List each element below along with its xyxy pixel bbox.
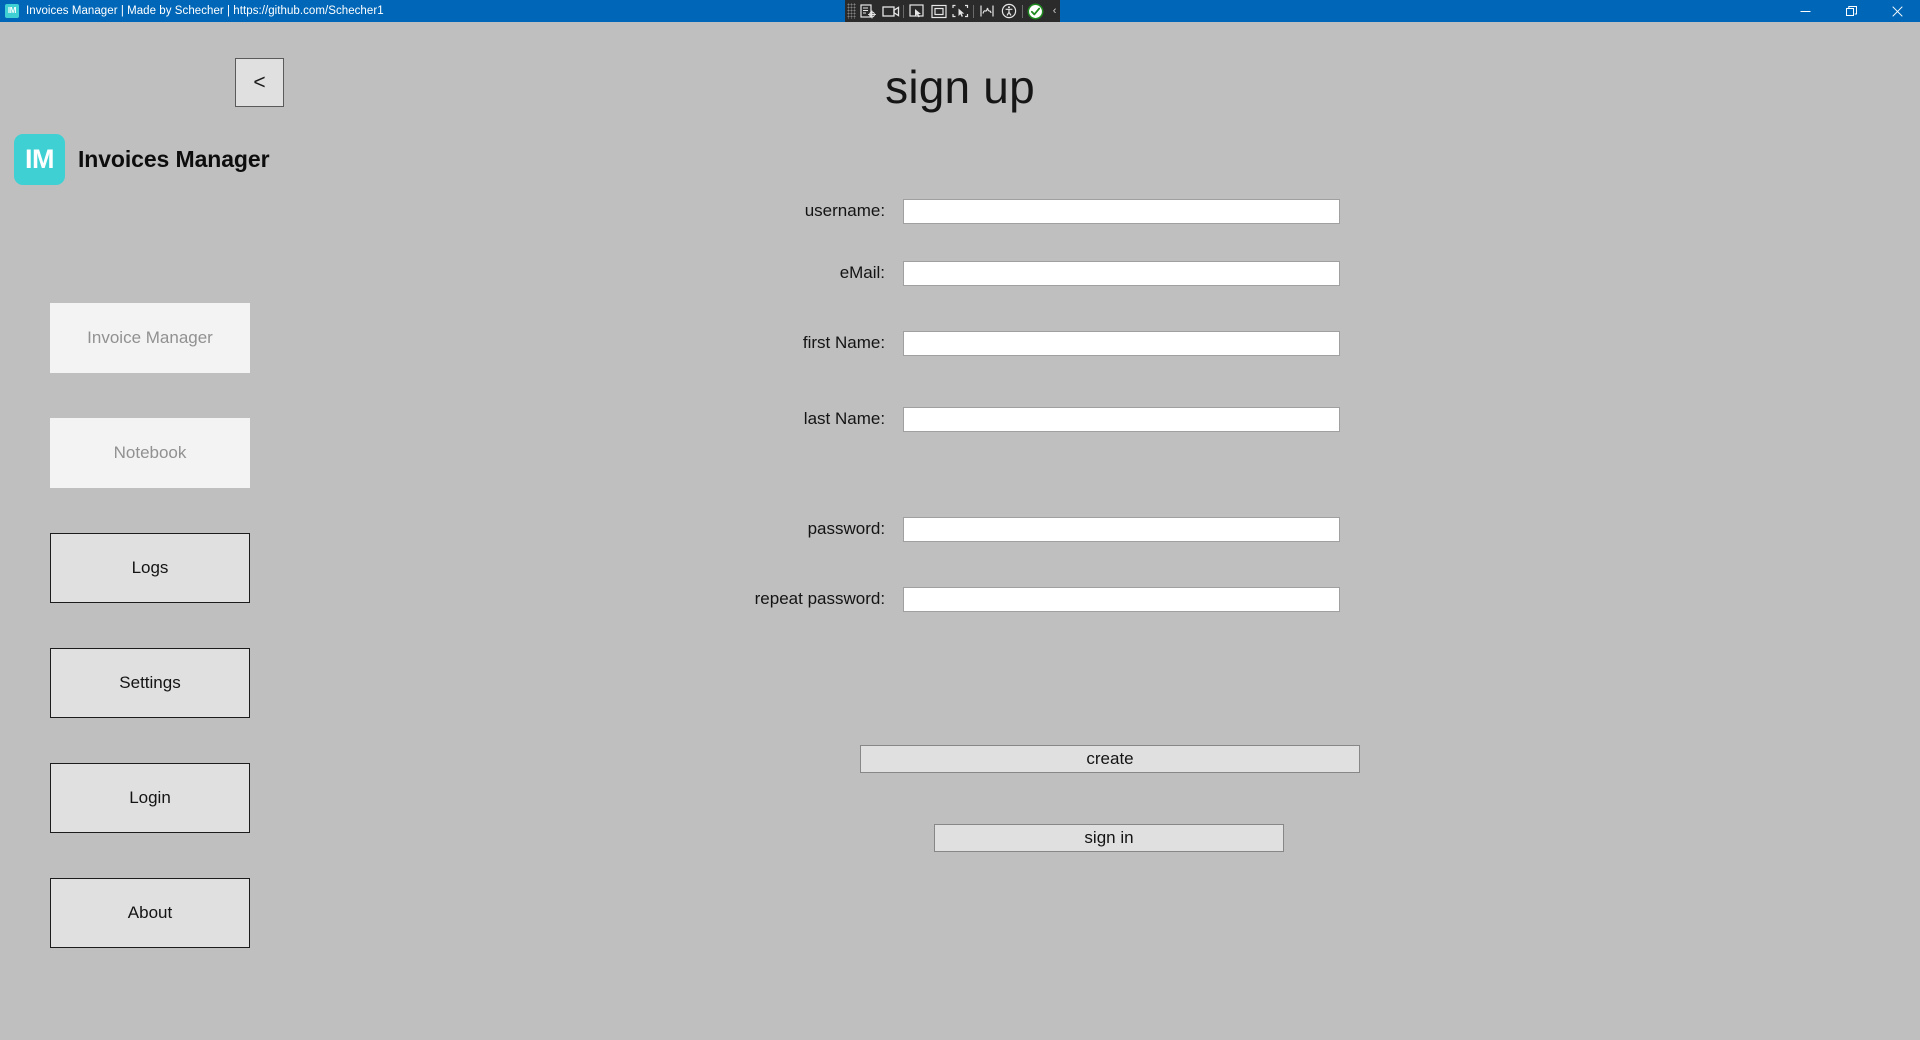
toolbar-drag-handle[interactable] [847,3,857,19]
username-input[interactable] [903,198,1340,224]
accessibility-icon[interactable] [998,1,1020,21]
label-repeat-password: repeat password: [754,589,886,608]
form-row-username: username: [700,197,1340,225]
sidebar-item-login[interactable]: Login [50,763,250,833]
form-row-last-name: last Name: [700,405,1340,433]
sidebar-item-label: Invoice Manager [87,328,213,347]
rectangle-capture-icon[interactable] [928,1,950,21]
first-name-input[interactable] [903,330,1340,356]
screen-capture-toolbar[interactable]: ‹ [845,0,1060,22]
sidebar-item-label: Notebook [113,443,187,462]
page-title: sign up [885,61,1035,113]
restore-button[interactable] [1828,0,1874,22]
title-bar-left: IM Invoices Manager | Made by Schecher |… [0,4,384,18]
password-input[interactable] [903,516,1340,542]
form-row-email: eMail: [700,259,1340,287]
confirm-check-icon[interactable] [1024,1,1046,21]
label-password: password: [807,519,886,538]
label-username: username: [804,201,886,220]
app-logo-icon: IM [5,4,19,18]
form-row-first-name: first Name: [700,329,1340,357]
email-input[interactable] [903,260,1340,286]
sidebar-item-invoice-manager: Invoice Manager [50,303,250,373]
sidebar-item-label: Logs [131,558,169,577]
form-row-password: password: [700,515,1340,543]
close-button[interactable] [1874,0,1920,22]
snip-window-icon[interactable] [858,1,880,21]
sidebar-item-about[interactable]: About [50,878,250,948]
window-controls [1782,0,1920,22]
sidebar-navigation: Invoice Manager Notebook Logs Settings Login… [50,303,250,993]
app-name-label: Invoices Manager [78,146,270,172]
sidebar-item-label: Login [129,788,171,807]
cursor-capture-icon[interactable] [906,1,928,21]
application-window: < IM Invoices Manager Invoice Manager Not… [0,22,1920,1040]
app-logo-icon: IM [14,134,65,185]
toolbar-separator [903,4,905,18]
minimize-button[interactable] [1782,0,1828,22]
toolbar-separator [1021,4,1023,18]
record-video-icon[interactable] [880,1,902,21]
toolbar-separator [973,4,975,18]
toolbar-collapse-chevron-icon[interactable]: ‹ [1049,5,1060,17]
form-row-repeat-password: repeat password: [700,585,1340,613]
window-title-bar: IM Invoices Manager | Made by Schecher |… [0,0,1920,22]
sidebar-item-label: Settings [119,673,181,692]
region-capture-icon[interactable] [950,1,972,21]
label-first-name: first Name: [802,333,886,352]
label-last-name: last Name: [803,409,886,428]
label-email: eMail: [839,263,886,282]
window-title: Invoices Manager | Made by Schecher | ht… [26,5,384,17]
sidebar-item-label: About [127,903,173,922]
last-name-input[interactable] [903,406,1340,432]
repeat-password-input[interactable] [903,586,1340,612]
sidebar-item-notebook: Notebook [50,418,250,488]
create-account-button[interactable]: create [860,745,1360,773]
brand: IM Invoices Manager [14,134,270,185]
sign-in-button[interactable]: sign in [934,824,1284,852]
sidebar-item-settings[interactable]: Settings [50,648,250,718]
ink-annotate-icon[interactable] [976,1,998,21]
sidebar-item-logs[interactable]: Logs [50,533,250,603]
